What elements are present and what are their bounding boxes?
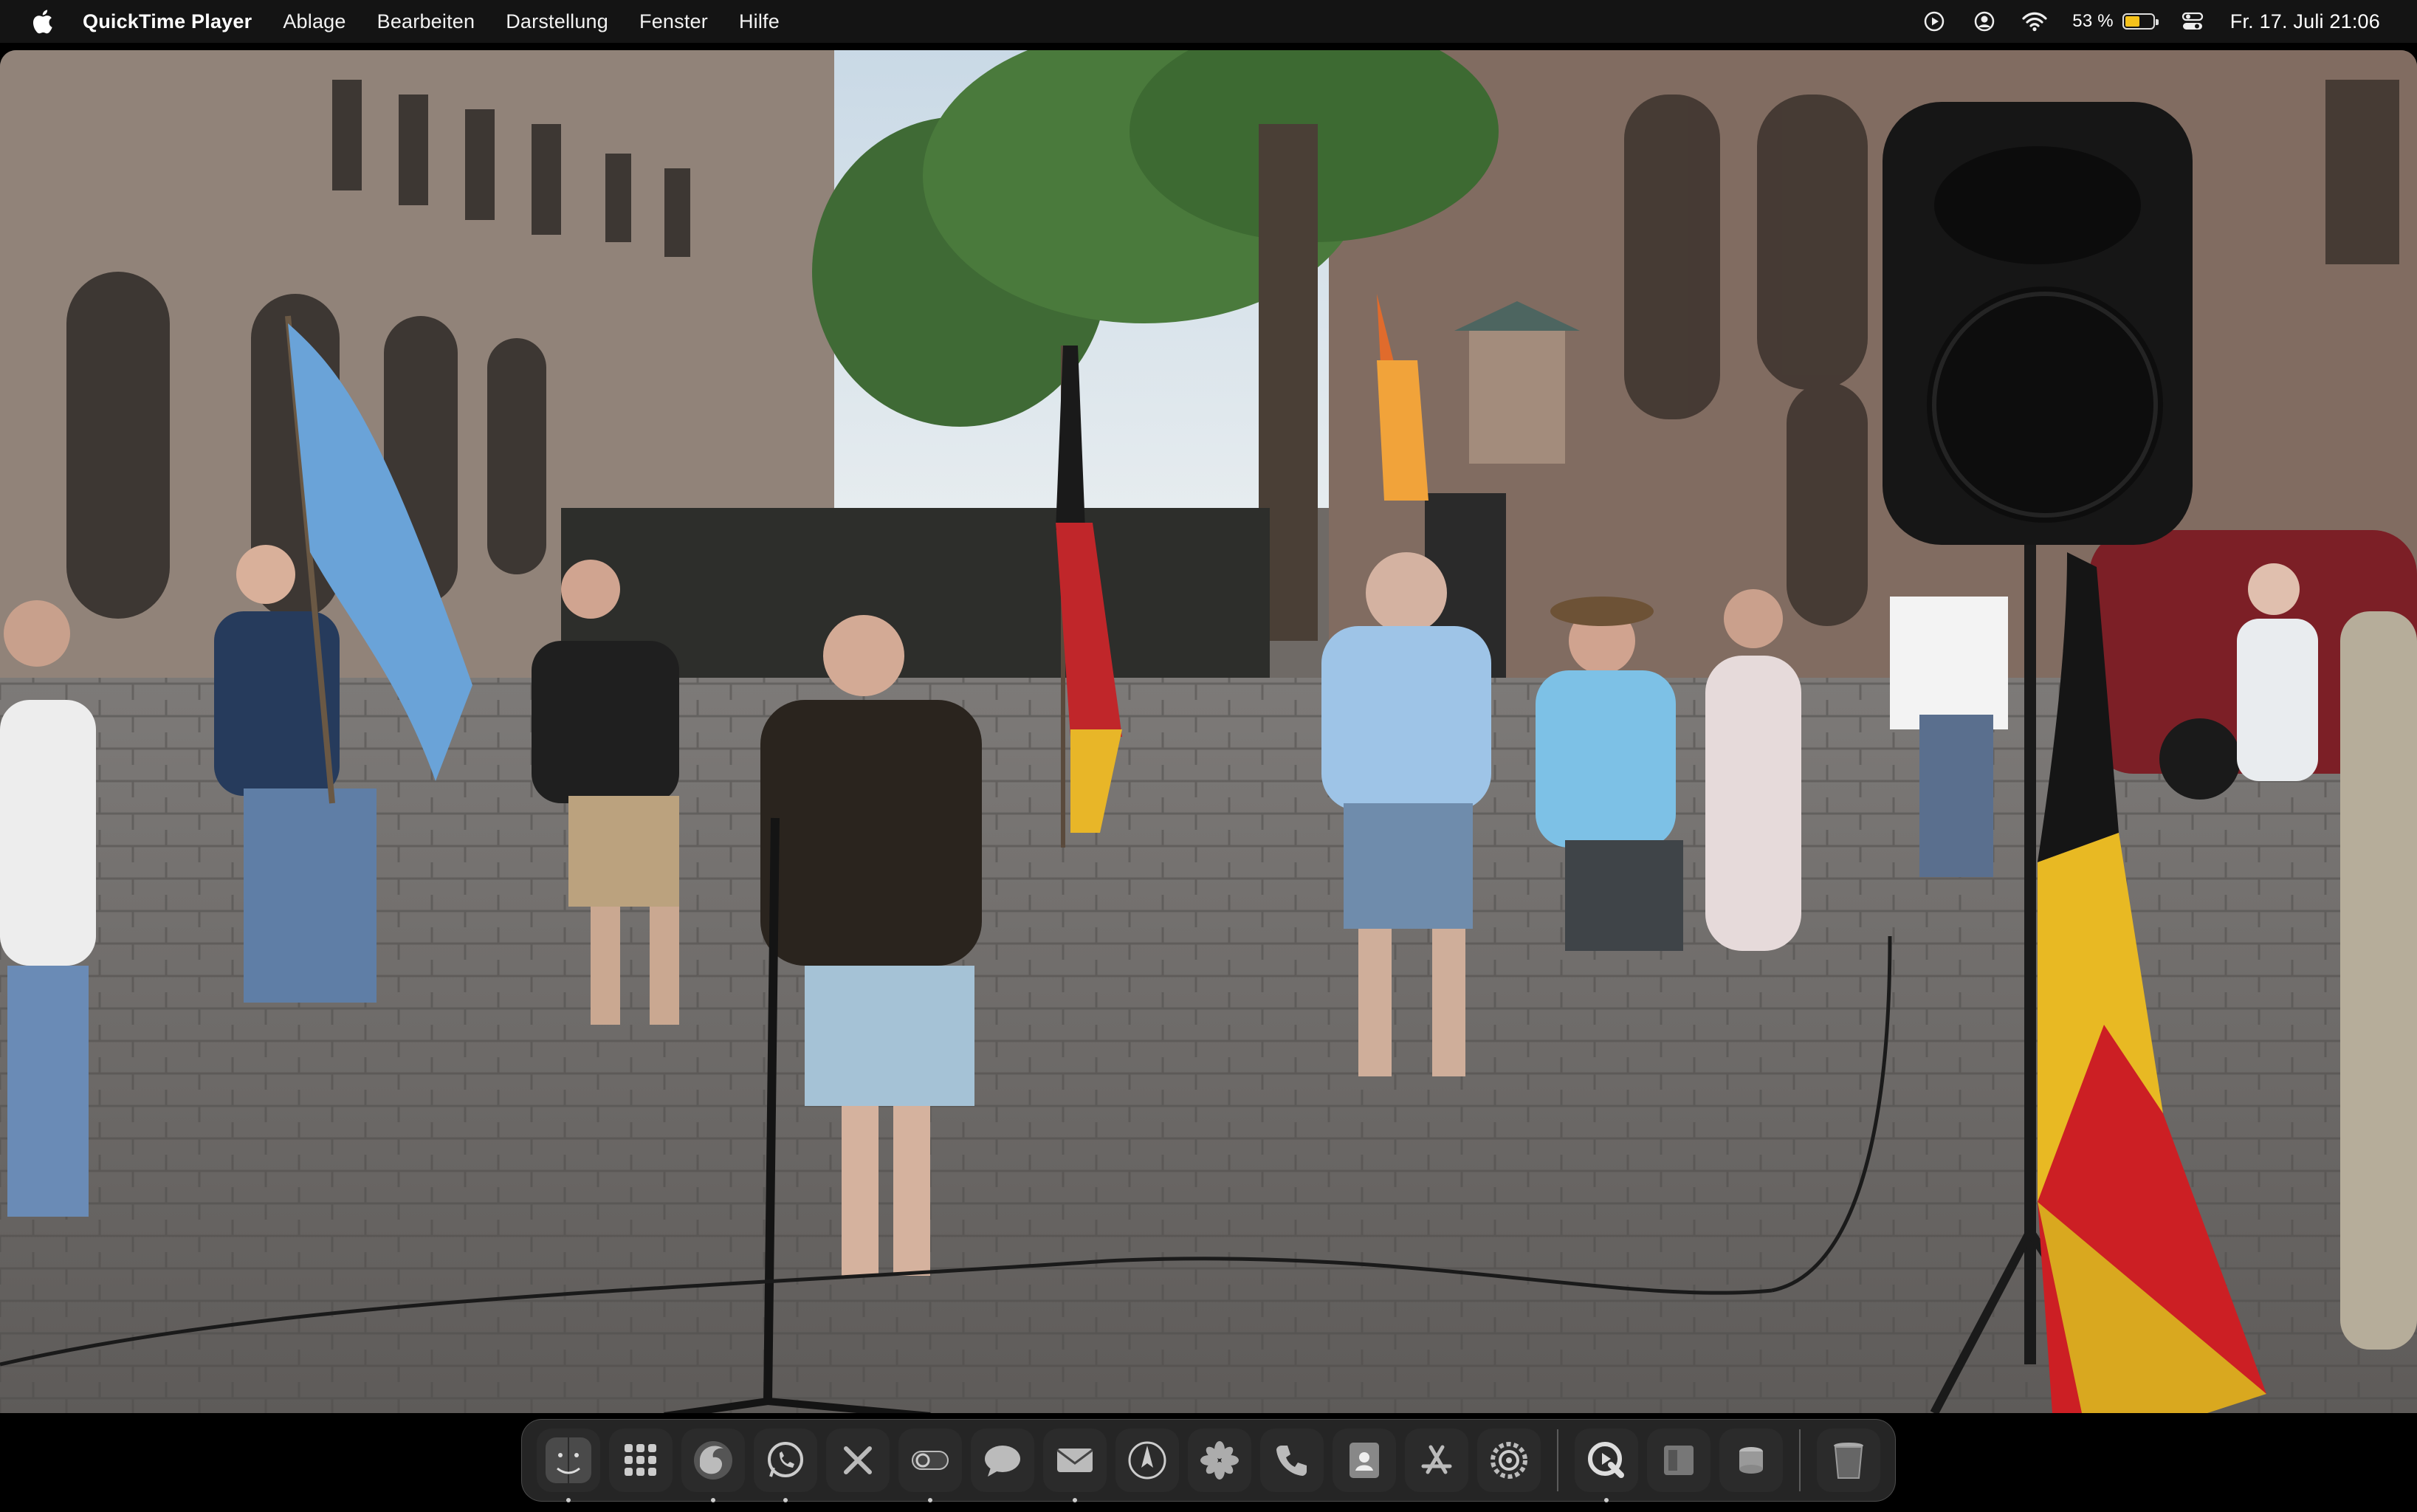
system-settings-icon [1491,1442,1527,1479]
compass-icon [1128,1441,1166,1480]
menu-bearbeiten[interactable]: Bearbeiten [377,10,475,33]
dock-quicktime[interactable] [1575,1429,1638,1502]
quicktime-icon [1588,1442,1624,1478]
dock-preview[interactable] [1647,1429,1711,1492]
dock-firefox[interactable] [681,1429,745,1502]
launchpad-icon [625,1444,656,1476]
dock-contacts[interactable] [1333,1429,1396,1492]
dock-disk[interactable] [1719,1429,1783,1492]
battery-icon [2122,13,2159,30]
running-indicator [566,1498,571,1502]
menu-bar: QuickTime Player Ablage Bearbeiten Darst… [0,0,2417,43]
dock-trash[interactable] [1817,1429,1880,1492]
dock-mail[interactable] [1043,1429,1107,1502]
dock-launchpad[interactable] [609,1429,673,1492]
tools-icon [844,1446,872,1474]
dock-messages[interactable] [971,1429,1034,1492]
dock-whatsapp[interactable] [754,1429,817,1502]
control-center-icon[interactable] [2180,9,2205,34]
menu-darstellung[interactable]: Darstellung [506,10,608,33]
dock [521,1419,1896,1502]
dock-phone[interactable] [1260,1429,1324,1492]
trash-icon [1834,1443,1863,1479]
dock-photos[interactable] [1188,1429,1251,1492]
dock-compass[interactable] [1115,1429,1179,1492]
menubar-clock[interactable]: Fr. 17. Juli 21:06 [2230,10,2380,33]
quicktime-video-window[interactable] [0,50,2417,1413]
finder-icon [546,1437,591,1483]
video-frame [0,50,2417,1413]
whatsapp-icon [768,1442,803,1477]
preview-icon [1664,1446,1694,1475]
dock-finder[interactable] [537,1429,600,1502]
dock-system-settings[interactable] [1477,1429,1541,1492]
dock-separator [1557,1429,1558,1491]
messages-icon [985,1446,1020,1477]
toggle-icon [912,1451,949,1470]
firefox-icon [694,1441,732,1480]
user-circle-icon[interactable] [1972,9,1997,34]
disk-icon [1739,1447,1763,1474]
apple-menu-icon[interactable] [31,7,56,36]
app-name-menu[interactable]: QuickTime Player [83,10,252,33]
dock-toggle[interactable] [898,1429,962,1502]
running-indicator [1073,1498,1077,1502]
running-indicator [711,1498,715,1502]
phone-icon [1276,1446,1307,1476]
wifi-icon[interactable] [2022,9,2047,34]
photos-icon [1200,1441,1239,1480]
play-circle-icon[interactable] [1922,9,1947,34]
dock-app-store[interactable] [1405,1429,1468,1492]
dock-separator [1799,1429,1801,1491]
running-indicator [928,1498,932,1502]
dock-tools[interactable] [826,1429,890,1492]
menu-ablage[interactable]: Ablage [283,10,345,33]
battery-percent: 53 % [2072,11,2114,31]
app-store-icon [1421,1445,1452,1474]
status-area: 53 % Fr. 17. Juli 21:06 [1897,0,2380,43]
mail-icon [1056,1449,1093,1472]
battery-status[interactable]: 53 % [2072,11,2159,32]
running-indicator [1604,1498,1609,1502]
menu-hilfe[interactable]: Hilfe [739,10,780,33]
running-indicator [783,1498,788,1502]
contacts-icon [1350,1443,1379,1478]
menu-fenster[interactable]: Fenster [639,10,708,33]
